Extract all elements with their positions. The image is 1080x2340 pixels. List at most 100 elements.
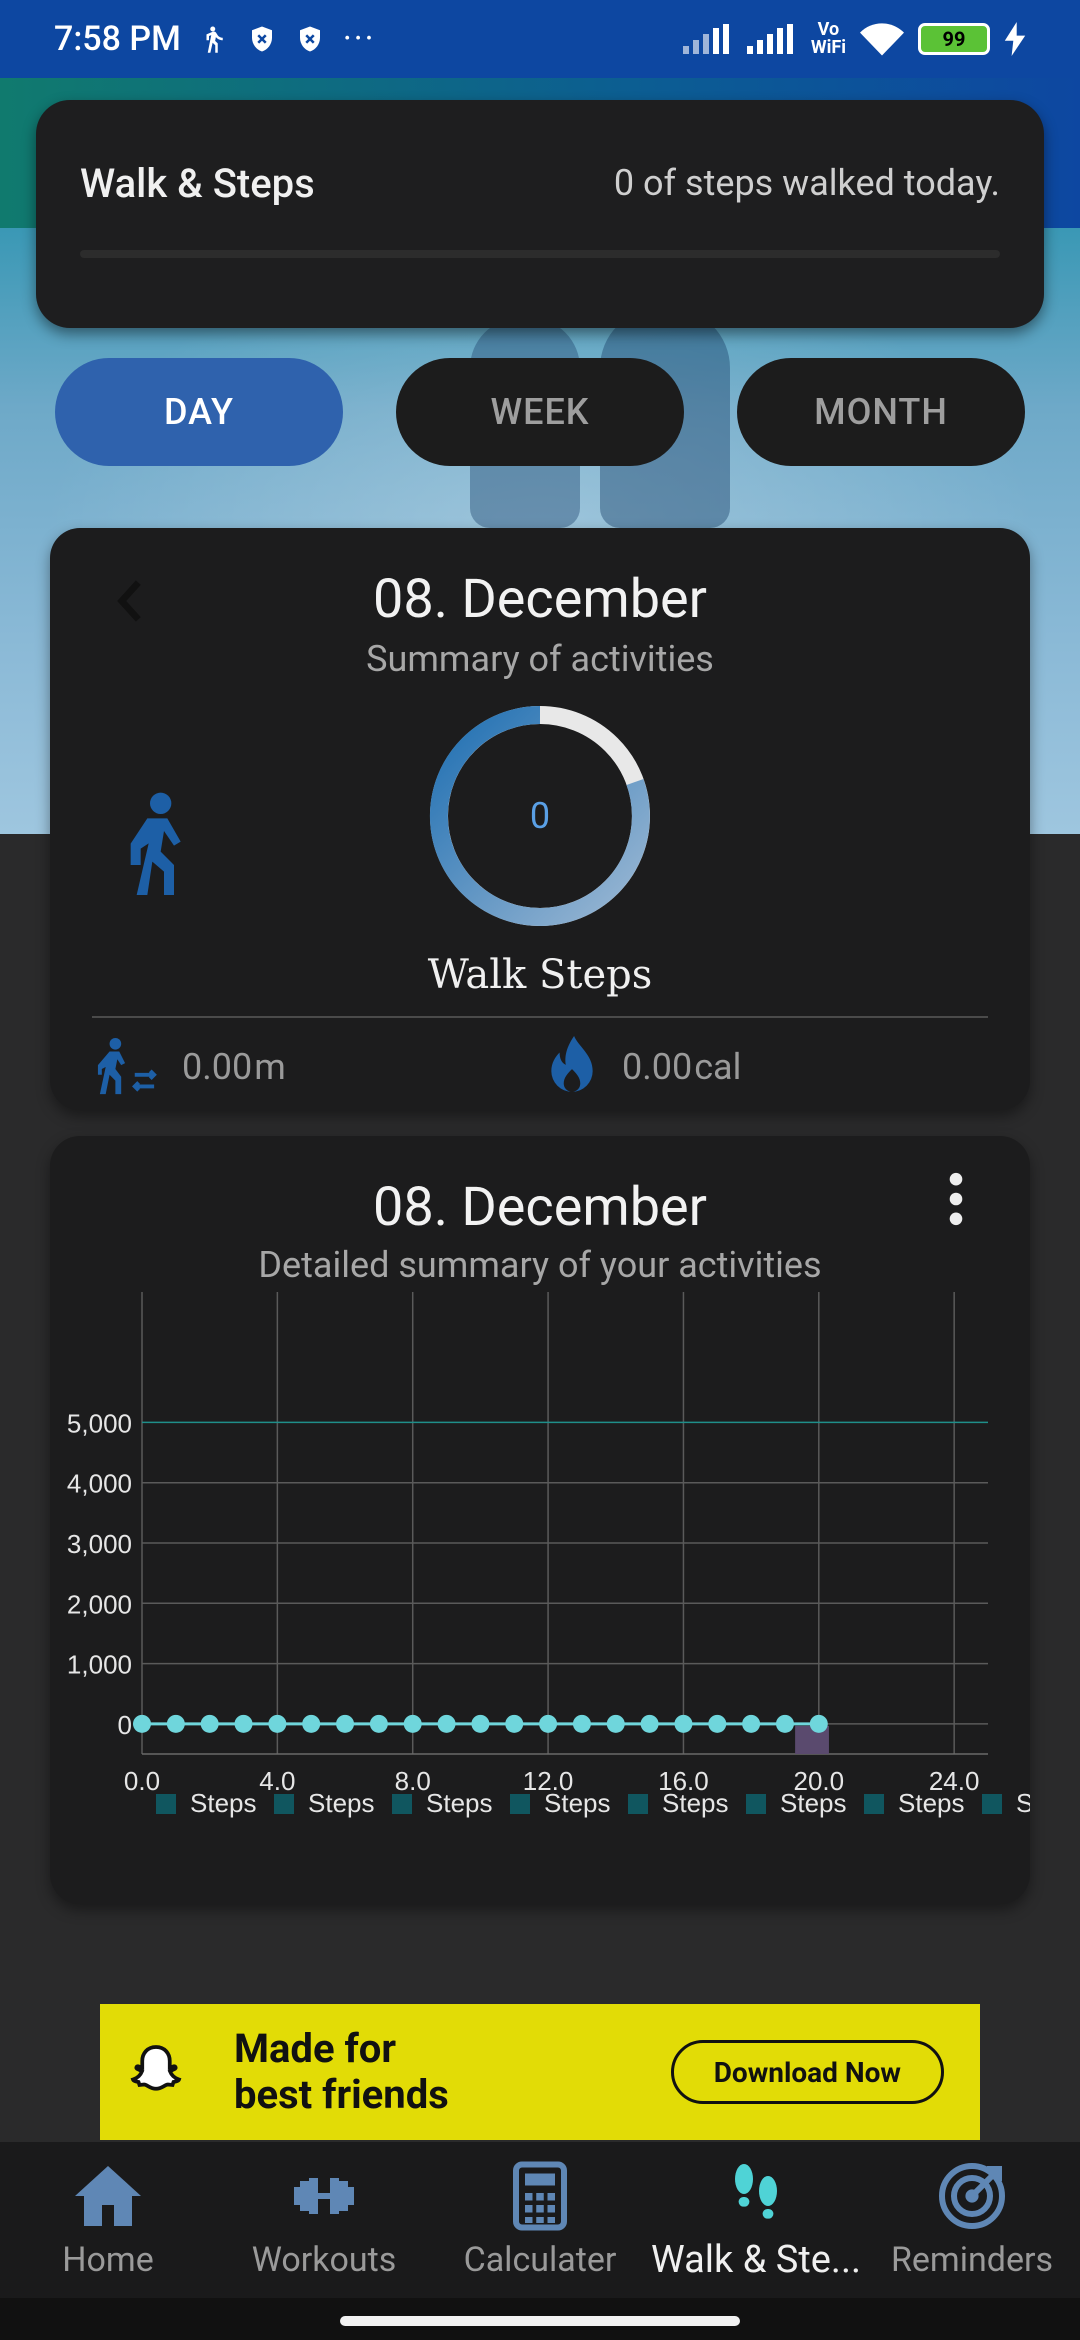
- y-tick-label: 2,000: [67, 1589, 132, 1619]
- footsteps-icon: [735, 2164, 777, 2219]
- data-point: [572, 1714, 591, 1733]
- calories-value: 0.00: [622, 1046, 693, 1088]
- activity-subtitle: Summary of activities: [366, 638, 714, 680]
- data-point: [200, 1714, 219, 1733]
- nav-reminders[interactable]: Reminders: [864, 2142, 1080, 2298]
- data-point: [234, 1714, 253, 1733]
- nav-workouts-label: Workouts: [251, 2240, 397, 2280]
- data-point: [742, 1714, 761, 1733]
- legend-label: Steps: [780, 1788, 847, 1818]
- steps-summary-card: Walk & Steps 0 of steps walked today.: [36, 100, 1044, 328]
- y-tick-label: 0: [118, 1710, 132, 1740]
- data-point: [606, 1714, 625, 1733]
- steps-progress-bar: [80, 250, 1000, 258]
- nav-walk-steps[interactable]: Walk & Ste...: [648, 2142, 864, 2298]
- data-point: [539, 1714, 558, 1733]
- calculator-icon: [513, 2161, 567, 2231]
- nav-home-label: Home: [62, 2240, 154, 2280]
- home-indicator[interactable]: [340, 2316, 740, 2326]
- walking-status-icon: [206, 26, 223, 53]
- legend-label: Steps: [662, 1788, 729, 1818]
- data-point: [133, 1714, 151, 1733]
- legend-label: Steps: [190, 1788, 257, 1818]
- activity-summary-card: 08. December Summary of activities 0 Wal…: [50, 528, 1030, 1110]
- x-tick-label: 0.0: [124, 1766, 160, 1796]
- tab-week[interactable]: WEEK: [396, 358, 684, 466]
- tab-month[interactable]: MONTH: [737, 358, 1025, 466]
- data-point: [809, 1714, 828, 1733]
- y-tick-label: 1,000: [67, 1650, 132, 1680]
- nav-calculater[interactable]: Calculater: [432, 2142, 648, 2298]
- data-point: [302, 1714, 321, 1733]
- data-point: [708, 1714, 727, 1733]
- distance-value: 0.00: [182, 1046, 253, 1088]
- status-time: 7:58 PM: [54, 19, 181, 59]
- y-tick-label: 4,000: [67, 1469, 132, 1499]
- nav-home[interactable]: Home: [0, 2142, 216, 2298]
- shield-icon: [251, 26, 272, 52]
- legend-label: Steps: [308, 1788, 375, 1818]
- nav-workouts[interactable]: Workouts: [216, 2142, 432, 2298]
- legend-swatch: [746, 1794, 766, 1814]
- ad-banner[interactable]: Made for best friends Download Now: [100, 2004, 980, 2140]
- home-icon: [75, 2166, 141, 2226]
- divider: [92, 1016, 988, 1018]
- nav-walk-steps-label: Walk & Ste...: [651, 2238, 861, 2282]
- shield-icon: [299, 26, 320, 52]
- status-bar: 7:58 PM ··· Vo WiFi 99: [0, 0, 1080, 78]
- data-point: [505, 1714, 524, 1733]
- detailed-activity-card: 08. December Detailed summary of your ac…: [50, 1136, 1030, 1904]
- snapchat-ghost-icon: [130, 2045, 182, 2091]
- legend-swatch: [274, 1794, 294, 1814]
- battery-icon: 99: [918, 23, 990, 55]
- vowifi-icon: Vo WiFi: [810, 19, 846, 58]
- y-tick-label: 3,000: [67, 1529, 132, 1559]
- signal-icon: [746, 24, 793, 54]
- data-point: [369, 1714, 388, 1733]
- legend-label: Steps: [426, 1788, 493, 1818]
- summary-title: Walk & Steps: [80, 159, 315, 207]
- distance-unit: m: [254, 1046, 286, 1088]
- legend-swatch: [982, 1794, 1002, 1814]
- more-status-icon: ···: [342, 19, 376, 59]
- bottom-nav: Home Workouts Calculater Walk & Ste... R…: [0, 2142, 1080, 2298]
- download-now-button[interactable]: Download Now: [670, 2040, 944, 2104]
- ad-text: Made for best friends: [234, 2025, 449, 2118]
- wifi-icon: [860, 23, 904, 56]
- target-icon: [939, 2163, 1005, 2229]
- nav-reminders-label: Reminders: [890, 2240, 1054, 2280]
- data-point: [674, 1714, 693, 1733]
- data-point: [336, 1714, 355, 1733]
- data-point: [775, 1714, 794, 1733]
- flame-icon: [551, 1036, 593, 1092]
- distance-icon: [97, 1037, 157, 1095]
- calories-stat: 0.00cal: [546, 1036, 741, 1098]
- data-point: [268, 1714, 287, 1733]
- legend-label: Steps: [898, 1788, 965, 1818]
- legend-label: Steps: [544, 1788, 611, 1818]
- data-point: [403, 1714, 422, 1733]
- distance-stat: 0.00m: [96, 1036, 286, 1098]
- data-point: [166, 1714, 185, 1733]
- steps-count: 0: [529, 795, 551, 837]
- steps-label: Walk Steps: [427, 952, 653, 998]
- x-tick-label: 4.0: [259, 1766, 295, 1796]
- data-point: [640, 1714, 659, 1733]
- legend-swatch: [864, 1794, 884, 1814]
- steps-chart: 01,0002,0003,0004,0005,0000.0 4.0 8.0 12.0 1…: [67, 1292, 1030, 1818]
- y-tick-label: 5,000: [67, 1408, 132, 1438]
- nav-calculater-label: Calculater: [463, 2240, 617, 2280]
- dumbbell-icon: [294, 2178, 354, 2214]
- legend-swatch: [510, 1794, 530, 1814]
- activity-date: 08. December: [373, 568, 707, 631]
- legend-swatch: [392, 1794, 412, 1814]
- steps-today-text: 0 of steps walked today.: [613, 162, 1000, 204]
- walking-person-icon: [130, 792, 181, 895]
- charging-icon: [1004, 22, 1026, 56]
- legend-label: Steps: [1016, 1788, 1030, 1818]
- tab-day[interactable]: DAY: [55, 358, 343, 466]
- signal-icon: [682, 24, 729, 54]
- data-point: [437, 1714, 456, 1733]
- period-toggle: DAY WEEK MONTH: [0, 358, 1080, 466]
- legend-swatch: [156, 1794, 176, 1814]
